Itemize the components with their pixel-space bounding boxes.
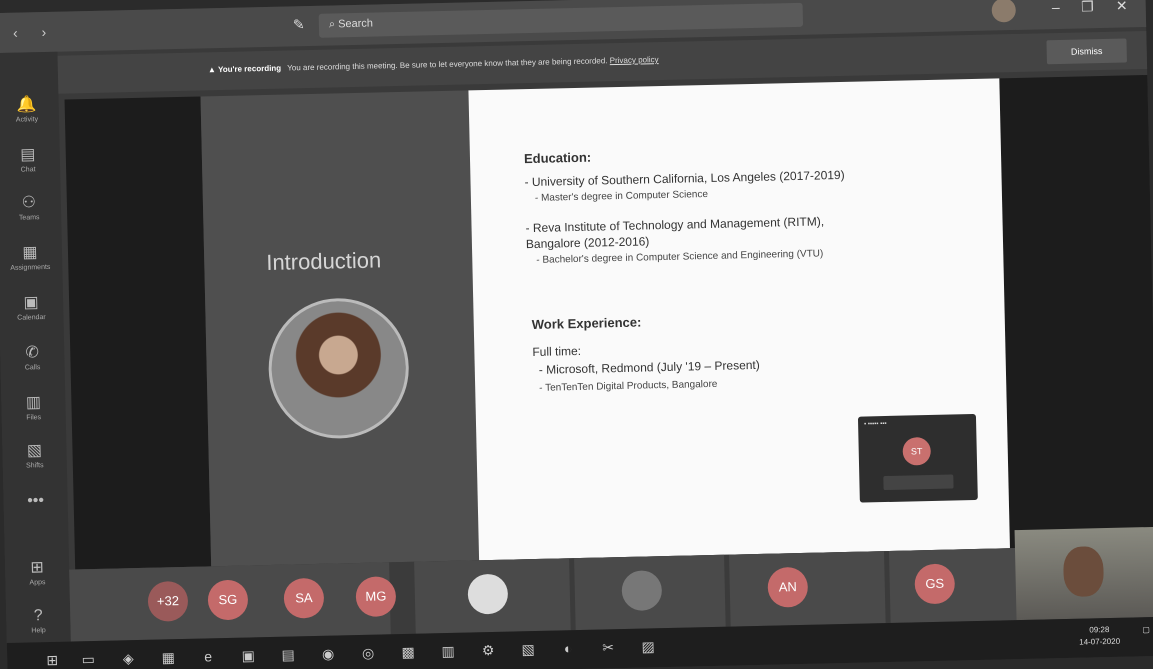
app-icon[interactable]: ◐ — [559, 640, 577, 658]
rail-item-7[interactable]: ▧ Shifts — [2, 440, 67, 470]
participant-tile-gs — [888, 548, 1021, 623]
edge-icon[interactable]: e — [199, 648, 217, 666]
self-view-face — [1062, 546, 1105, 598]
bell-icon: 🔔 — [16, 96, 37, 114]
rail-item-4[interactable]: ▣ Calendar — [0, 292, 64, 322]
avatar[interactable] — [991, 0, 1017, 23]
rail-item-2[interactable]: ⚇ Teams — [0, 192, 61, 222]
task-view-icon[interactable]: ▭ — [79, 651, 97, 669]
search-input[interactable]: ⌕ Search — [318, 2, 804, 38]
chrome-icon[interactable]: ◎ — [359, 645, 377, 663]
excel-icon[interactable]: ▦ — [159, 649, 177, 667]
mini-call-window[interactable]: ▪ ▪▪▪▪▪ ▪▪▪ ST — [857, 413, 978, 503]
apps-icon: ⊞ — [30, 559, 45, 577]
slide-left-panel: Introduction — [200, 90, 480, 567]
files-taskbar-icon[interactable]: ▨ — [639, 638, 657, 656]
rail-item-3[interactable]: ▦ Assignments — [0, 242, 62, 272]
word-icon[interactable]: ▥ — [439, 643, 457, 661]
search-placeholder: Search — [337, 17, 374, 31]
pdf-icon[interactable]: ▤ — [279, 646, 297, 664]
mini-window-title: ▪ ▪▪▪▪▪ ▪▪▪ — [864, 420, 887, 428]
assignments-icon: ▦ — [22, 244, 38, 262]
education-heading: Education: — [523, 149, 592, 167]
banner-title: You're recording — [217, 63, 282, 75]
system-clock[interactable]: 09:28 14-07-2020 — [1079, 624, 1120, 649]
rail-item-6[interactable]: ▥ Files — [1, 392, 66, 422]
self-view-video[interactable] — [1014, 526, 1153, 621]
rail-item-label: Activity — [15, 116, 39, 124]
rail-item-0[interactable]: 🔔 Activity — [0, 94, 59, 124]
presenter-photo — [267, 296, 411, 440]
job-item-1: - Microsoft, Redmond (July '19 – Present… — [538, 357, 760, 377]
rail-item-5[interactable]: ✆ Calls — [0, 342, 65, 372]
rail-item-label: Files — [26, 414, 42, 422]
rail-item-label: Help — [31, 627, 46, 635]
app-rail: 🔔 Activity ▤ Chat ⚇ Teams ▦ Assignments ▣ Calenda… — [0, 51, 71, 644]
settings-icon[interactable]: ⚙ — [479, 642, 497, 660]
rail-item-9[interactable]: ⊞ Apps — [5, 557, 70, 587]
more-icon: ••• — [27, 492, 45, 510]
fulltime-label: Full time: — [532, 343, 582, 360]
slide-content: Education: - University of Southern Cali… — [468, 78, 1010, 561]
files-icon: ▥ — [25, 394, 42, 412]
help-icon: ? — [33, 607, 43, 625]
outlook-icon[interactable]: ▧ — [519, 641, 537, 659]
banner-message: You are recording this meeting. Be sure … — [287, 56, 608, 73]
rail-item-label: Apps — [29, 579, 46, 587]
shifts-icon: ▧ — [26, 442, 43, 460]
privacy-policy-link[interactable]: Privacy policy — [610, 55, 659, 65]
chat-icon: ▤ — [20, 146, 36, 164]
phone-icon: ✆ — [25, 344, 40, 362]
rail-item-label: Shifts — [25, 462, 44, 470]
rail-item-8[interactable]: ••• — [3, 492, 67, 513]
rail-item-label: Calls — [24, 364, 41, 372]
slide-title: Introduction — [266, 247, 382, 276]
edu-item-1: - University of Southern California, Los… — [524, 167, 845, 190]
edu-item-2-line2: Bangalore (2012-2016) — [525, 234, 650, 252]
snip-icon[interactable]: ✂ — [599, 639, 617, 657]
restore-button[interactable]: ❐ — [1081, 0, 1094, 15]
rail-item-label: Assignments — [10, 263, 51, 272]
mini-call-controls[interactable] — [883, 474, 954, 491]
dismiss-button[interactable]: Dismiss — [1046, 38, 1127, 65]
store-icon[interactable]: ▣ — [239, 647, 257, 665]
warning-icon: ▲ — [207, 65, 216, 75]
notification-icon[interactable]: ▢ — [1142, 625, 1150, 634]
stage-left — [64, 96, 212, 570]
job-item-2: - TenTenTen Digital Products, Bangalore — [539, 378, 718, 394]
teams-icon: ⚇ — [21, 194, 37, 212]
teams-window: ‹ › ✎ ⌕ Search – ❐ ✕ 🔔 Activity ▤ Chat ⚇ Team… — [0, 0, 1153, 669]
photos-icon[interactable]: ▩ — [399, 644, 417, 662]
clock-time: 09:28 — [1089, 624, 1110, 635]
edu-item-2-sub: - Bachelor's degree in Computer Science … — [536, 248, 824, 266]
stage-right — [999, 74, 1153, 549]
work-heading: Work Experience: — [531, 314, 642, 333]
browser-icon[interactable]: ◉ — [319, 646, 337, 664]
edu-item-1-sub: - Master's degree in Computer Science — [534, 188, 709, 204]
rail-item-label: Teams — [18, 214, 40, 222]
teams-taskbar-icon[interactable]: ◈ — [119, 650, 137, 668]
calendar-icon: ▣ — [23, 294, 39, 312]
edu-item-2-line1: - Reva Institute of Technology and Manag… — [525, 214, 825, 236]
compose-icon[interactable]: ✎ — [293, 16, 305, 33]
rail-item-label: Chat — [20, 166, 36, 174]
close-button[interactable]: ✕ — [1116, 0, 1128, 15]
rail-item-1[interactable]: ▤ Chat — [0, 144, 60, 174]
rail-item-10[interactable]: ? Help — [6, 607, 71, 635]
minimize-button[interactable]: – — [1052, 0, 1060, 15]
clock-date: 14-07-2020 — [1079, 636, 1121, 647]
rail-item-label: Calendar — [17, 314, 46, 322]
nav-arrows[interactable]: ‹ › — [13, 24, 57, 41]
mini-avatar: ST — [902, 436, 932, 466]
start-icon[interactable]: ⊞ — [43, 652, 61, 669]
